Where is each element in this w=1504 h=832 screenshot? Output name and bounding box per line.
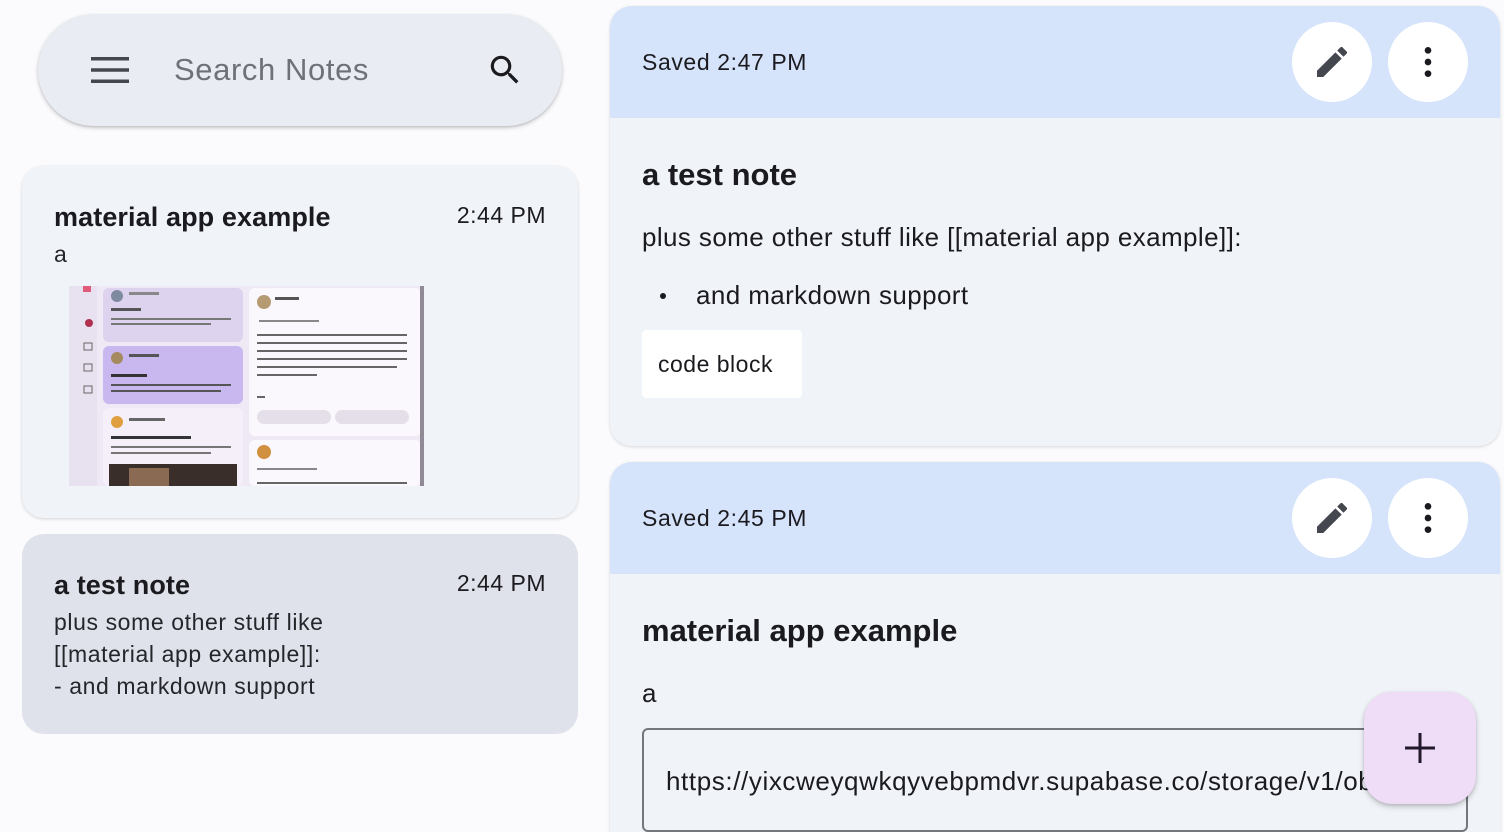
code-block: code block — [642, 330, 802, 398]
more-options-button[interactable] — [1388, 22, 1468, 102]
more-options-button[interactable] — [1388, 478, 1468, 558]
note-header: Saved 2:47 PM — [610, 6, 1500, 118]
search-icon — [490, 55, 519, 84]
edit-icon — [1317, 46, 1348, 77]
note-list-item-preview: plus some other stuff like [[material ap… — [54, 609, 324, 699]
search-input[interactable] — [174, 46, 464, 94]
add-note-button[interactable] — [1364, 692, 1476, 804]
bullet-item: and markdown support — [660, 280, 968, 311]
bullet-text: and markdown support — [696, 280, 969, 310]
note-paragraph: plus some other stuff like [[material ap… — [642, 222, 1242, 252]
menu-button[interactable] — [86, 46, 134, 94]
more-vert-icon — [1424, 503, 1432, 533]
bullet-dot — [660, 292, 666, 299]
note-paragraph: a — [642, 678, 657, 708]
image-url-text: https://yixcweyqwkqyvebpmdvr.supabase.co… — [666, 766, 1468, 796]
note-list-item[interactable]: material app example 2:44 PM a — [22, 166, 578, 518]
more-vert-icon — [1424, 47, 1432, 77]
menu-icon — [91, 57, 129, 83]
note-list-item-title: material app example — [54, 202, 331, 232]
note-title: material app example — [642, 613, 958, 648]
note-header: Saved 2:45 PM — [610, 462, 1500, 574]
note-list-item-preview: a — [54, 241, 68, 267]
search-button[interactable] — [481, 46, 529, 94]
note-list-item-time: 2:44 PM — [456, 202, 546, 228]
search-bar — [38, 14, 562, 126]
edit-icon — [1317, 502, 1348, 533]
saved-status: Saved 2:45 PM — [642, 505, 808, 531]
image-url-field[interactable]: https://yixcweyqwkqyvebpmdvr.supabase.co… — [642, 728, 1468, 832]
open-note-card: Saved 2:47 PM a test note plus some othe… — [610, 6, 1500, 446]
edit-button[interactable] — [1292, 22, 1372, 102]
note-list-item[interactable]: a test note 2:44 PM plus some other stuf… — [22, 534, 578, 734]
edit-button[interactable] — [1292, 478, 1372, 558]
note-image-thumbnail — [69, 286, 424, 486]
note-list-item-title: a test note — [54, 570, 191, 600]
note-title: a test note — [642, 157, 798, 192]
note-list-item-time: 2:44 PM — [456, 570, 546, 596]
saved-status: Saved 2:47 PM — [642, 49, 808, 75]
add-icon — [1405, 733, 1435, 763]
